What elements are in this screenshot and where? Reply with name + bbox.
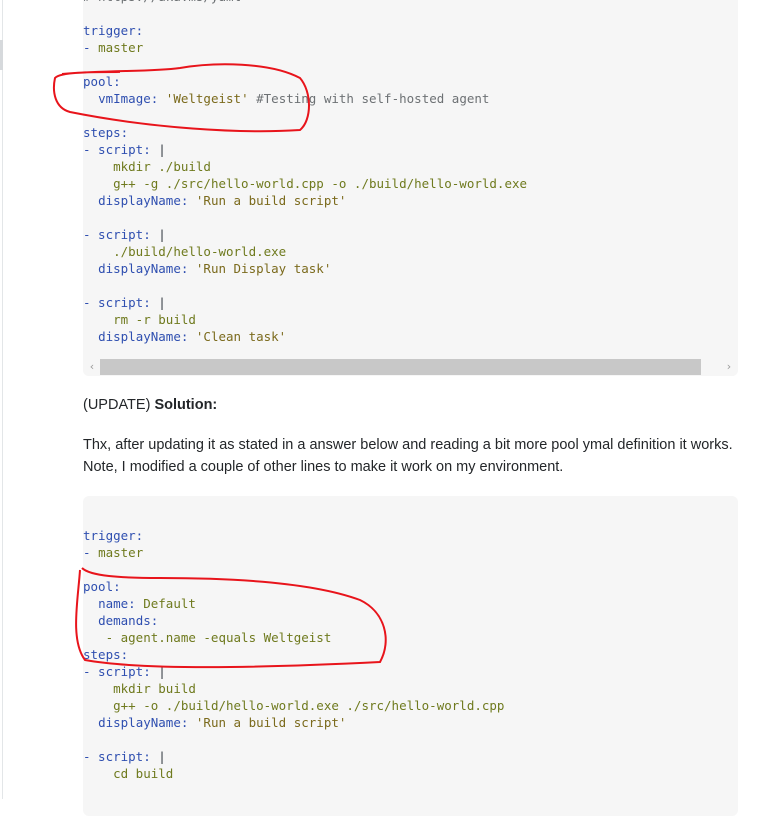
code-key: vmImage: <box>98 91 159 106</box>
scroll-left-icon[interactable]: ‹ <box>85 360 99 374</box>
code-value: master <box>98 545 144 560</box>
code-line: - master <box>83 544 738 561</box>
code-value: ./build/hello-world.exe <box>113 244 287 259</box>
code-value: 'Clean task' <box>188 329 287 344</box>
code-block-solution: trigger: - master pool: name: Default dema… <box>83 496 738 816</box>
code-key: - script: <box>83 142 151 157</box>
code-value: 'Run Display task' <box>188 261 332 276</box>
code-line: - script: | <box>83 748 738 765</box>
code-value: 'Weltgeist' <box>158 91 257 106</box>
code-key: displayName: <box>98 193 189 208</box>
code-line: pool: <box>83 578 738 595</box>
code-line: rm -r build <box>83 311 738 328</box>
code-key: - <box>83 40 99 55</box>
code-value: mkdir build <box>113 681 196 696</box>
code-line: name: Default <box>83 595 738 612</box>
code-line: - master <box>83 39 738 56</box>
code-value: | <box>150 142 166 157</box>
code-value: 'Run a build script' <box>188 193 347 208</box>
code-value: rm -r build <box>113 312 196 327</box>
code-line: pool: <box>83 73 738 90</box>
code-line: - script: | <box>83 663 738 680</box>
code-line: vmImage: 'Weltgeist' #Testing with self-… <box>83 90 738 107</box>
code-value: | <box>150 664 166 679</box>
code-comment: #Testing with self-hosted agent <box>256 91 490 106</box>
code-key: displayName: <box>98 329 189 344</box>
horizontal-scrollbar[interactable]: ‹ › <box>83 358 738 376</box>
code-content: # https://aka.ms/yamltrigger:- masterpoo… <box>83 0 738 345</box>
code-key: - script: <box>83 295 151 310</box>
solution-label: Solution: <box>154 397 218 413</box>
code-value: g++ -o ./build/hello-world.exe ./src/hel… <box>113 698 505 713</box>
code-line: displayName: 'Clean task' <box>83 328 738 345</box>
code-line: - script: | <box>83 294 738 311</box>
code-content: trigger: - master pool: name: Default dema… <box>83 527 738 782</box>
code-value: Default <box>135 596 196 611</box>
code-line: mkdir build <box>83 680 738 697</box>
code-line: cd build <box>83 765 738 782</box>
code-value: | <box>150 227 166 242</box>
code-key: - script: <box>83 749 151 764</box>
code-block-original: # https://aka.ms/yamltrigger:- masterpoo… <box>83 0 738 376</box>
code-key: pool: <box>83 579 121 594</box>
scroll-right-icon[interactable]: › <box>722 360 736 374</box>
code-line: displayName: 'Run Display task' <box>83 260 738 277</box>
code-line: displayName: 'Run a build script' <box>83 192 738 209</box>
code-key: displayName: <box>98 261 189 276</box>
left-border <box>2 0 3 799</box>
solution-paragraph: Thx, after updating it as stated in a an… <box>83 437 733 475</box>
code-value: | <box>150 295 166 310</box>
code-line: ./build/hello-world.exe <box>83 243 738 260</box>
code-key: trigger: <box>83 23 144 38</box>
code-value: | <box>150 749 166 764</box>
code-value: cd build <box>113 766 174 781</box>
code-key: demands: <box>98 613 159 628</box>
code-value: # https://aka.ms/yaml <box>83 0 241 4</box>
code-line: g++ -g ./src/hello-world.cpp -o ./build/… <box>83 175 738 192</box>
code-key: steps: <box>83 125 129 140</box>
code-key: displayName: <box>98 715 189 730</box>
code-key: steps: <box>83 647 129 662</box>
scrollbar-thumb[interactable] <box>100 359 701 375</box>
code-line: mkdir ./build <box>83 158 738 175</box>
code-line: g++ -o ./build/hello-world.exe ./src/hel… <box>83 697 738 714</box>
code-line: - agent.name -equals Weltgeist <box>83 629 738 646</box>
code-line: demands: <box>83 612 738 629</box>
code-value: master <box>98 40 144 55</box>
code-line: steps: <box>83 646 738 663</box>
code-key: name: <box>98 596 136 611</box>
update-heading: (UPDATE) Solution: <box>83 394 217 416</box>
code-value: - agent.name -equals Weltgeist <box>105 630 332 645</box>
code-line: - script: | <box>83 226 738 243</box>
code-line: trigger: <box>83 22 738 39</box>
code-line: steps: <box>83 124 738 141</box>
code-key: pool: <box>83 74 121 89</box>
left-border-marker <box>0 40 3 70</box>
code-key: - script: <box>83 227 151 242</box>
code-value: mkdir ./build <box>113 159 211 174</box>
code-line: - script: | <box>83 141 738 158</box>
update-prefix: (UPDATE) <box>83 397 155 413</box>
code-key: - script: <box>83 664 151 679</box>
code-key: - <box>83 545 99 560</box>
code-value: 'Run a build script' <box>188 715 347 730</box>
code-line: trigger: <box>83 527 738 544</box>
code-key: trigger: <box>83 528 144 543</box>
code-line: displayName: 'Run a build script' <box>83 714 738 731</box>
code-value: g++ -g ./src/hello-world.cpp -o ./build/… <box>113 176 528 191</box>
